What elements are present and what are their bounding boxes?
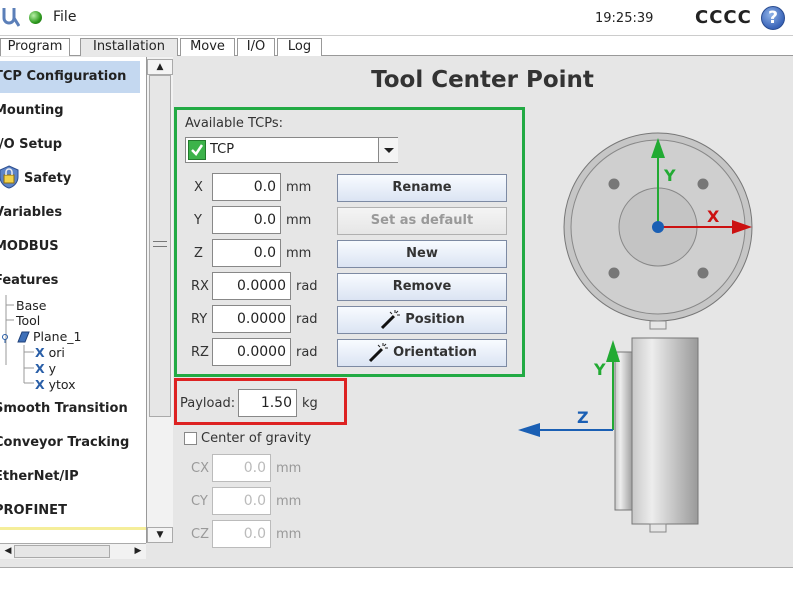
check-icon <box>188 140 206 160</box>
set-as-default-button[interactable]: Set as default <box>337 207 507 235</box>
feature-point-icon: X <box>35 345 45 360</box>
sidebar-highlight-line <box>0 527 146 530</box>
robot-status-icon[interactable] <box>29 11 42 24</box>
cx-field[interactable]: 0.0 <box>212 454 271 482</box>
center-of-gravity-checkbox[interactable] <box>184 432 197 445</box>
payload-unit: kg <box>302 396 318 411</box>
scroll-left-button[interactable]: ◀ <box>2 545 14 558</box>
magic-wand-icon <box>381 309 401 329</box>
ry-field[interactable]: 0.0000 <box>212 305 291 333</box>
x-unit: mm <box>286 180 312 195</box>
scroll-thumb[interactable] <box>149 75 171 417</box>
chevron-down-icon[interactable] <box>378 138 398 162</box>
payload-label: Payload: <box>180 396 236 411</box>
scroll-up-button[interactable]: ▲ <box>147 59 173 75</box>
cz-field[interactable]: 0.0 <box>212 520 271 548</box>
y-unit: mm <box>286 213 312 228</box>
center-of-gravity-label: Center of gravity <box>201 431 312 446</box>
sidebar-item-ethernet-ip[interactable]: EtherNet/IP <box>0 469 79 484</box>
x-field[interactable]: 0.0 <box>212 173 281 201</box>
scroll-down-button[interactable]: ▼ <box>147 527 173 543</box>
sidebar-item-io-setup[interactable]: I/O Setup <box>0 137 62 152</box>
axis-label-x: X <box>707 207 720 226</box>
sidebar-item-safety[interactable]: Safety <box>24 171 71 186</box>
cy-field[interactable]: 0.0 <box>212 487 271 515</box>
z-label: Z <box>194 246 203 261</box>
sidebar-item-variables[interactable]: Variables <box>0 205 62 220</box>
magic-wand-icon <box>369 342 389 362</box>
ur-logo-icon <box>2 8 20 27</box>
tool-flange-illustration <box>518 132 753 533</box>
feature-point-icon: X <box>35 377 45 392</box>
axis-label-z: Z <box>577 408 589 427</box>
ry-label: RY <box>191 312 208 327</box>
x-label: X <box>194 180 203 195</box>
ry-unit: rad <box>296 312 318 327</box>
z-unit: mm <box>286 246 312 261</box>
rz-unit: rad <box>296 345 318 360</box>
rz-field[interactable]: 0.0000 <box>212 338 291 366</box>
safety-shield-icon <box>0 165 19 189</box>
cy-unit: mm <box>276 494 302 509</box>
robot-name: CCCC <box>695 7 752 28</box>
y-field[interactable]: 0.0 <box>212 206 281 234</box>
sidebar-item-features[interactable]: Features <box>0 273 58 288</box>
tab-move[interactable]: Move <box>180 38 235 56</box>
tab-log[interactable]: Log <box>277 38 322 56</box>
sidebar-item-tcp-configuration[interactable]: TCP Configuration <box>0 61 140 93</box>
tree-item-plane[interactable]: Plane_1 <box>33 329 82 344</box>
rz-label: RZ <box>191 345 209 360</box>
footer-bar <box>0 568 793 604</box>
orientation-button[interactable]: Orientation <box>337 339 507 367</box>
tree-item-ytox[interactable]: X ytox <box>35 377 76 392</box>
sidebar-item-mounting[interactable]: Mounting <box>0 103 64 118</box>
sidebar-vertical-scrollbar[interactable]: ▲ ▼ <box>146 57 173 543</box>
cx-unit: mm <box>276 461 302 476</box>
tree-item-tool[interactable]: Tool <box>16 313 40 328</box>
available-tcps-label: Available TCPs: <box>185 116 283 131</box>
rx-field[interactable]: 0.0000 <box>212 272 291 300</box>
installation-sidebar: TCP Configuration Mounting I/O Setup Saf… <box>0 57 146 543</box>
tab-bar: Program Installation Move I/O Log <box>0 36 793 57</box>
sidebar-item-conveyor-tracking[interactable]: Conveyor Tracking <box>0 435 129 450</box>
horizontal-scroll-thumb[interactable] <box>14 545 110 558</box>
tree-item-ori[interactable]: X ori <box>35 345 65 360</box>
payload-field[interactable]: 1.50 <box>238 389 297 417</box>
y-label: Y <box>194 213 202 228</box>
sidebar-item-profinet[interactable]: PROFINET <box>0 503 67 518</box>
rename-button[interactable]: Rename <box>337 174 507 202</box>
cz-unit: mm <box>276 527 302 542</box>
rx-label: RX <box>191 279 209 294</box>
plane-icon <box>2 331 30 343</box>
position-button[interactable]: Position <box>337 306 507 334</box>
rx-unit: rad <box>296 279 318 294</box>
tab-installation[interactable]: Installation <box>80 38 178 57</box>
cz-label: CZ <box>191 527 209 542</box>
sidebar-horizontal-scrollbar[interactable]: ◀ ▶ <box>0 543 146 559</box>
cx-label: CX <box>191 461 209 476</box>
scroll-right-button[interactable]: ▶ <box>132 545 144 558</box>
cy-label: CY <box>191 494 208 509</box>
clock: 19:25:39 <box>595 11 654 26</box>
axis-label-y-side: Y <box>594 360 606 379</box>
sidebar-item-modbus[interactable]: MODBUS <box>0 239 59 254</box>
tab-io[interactable]: I/O <box>237 38 275 56</box>
help-button[interactable]: ? <box>761 6 785 30</box>
selected-tcp: TCP <box>210 142 235 157</box>
remove-button[interactable]: Remove <box>337 273 507 301</box>
tree-item-base[interactable]: Base <box>16 298 46 313</box>
top-bar: File 19:25:39 CCCC ? <box>0 0 793 36</box>
sidebar-item-smooth-transition[interactable]: Smooth Transition <box>0 401 128 416</box>
axis-label-y-front: Y <box>664 166 676 185</box>
feature-point-icon: X <box>35 361 45 376</box>
file-menu[interactable]: File <box>53 9 76 25</box>
page-title: Tool Center Point <box>371 67 594 93</box>
z-field[interactable]: 0.0 <box>212 239 281 267</box>
tcp-dropdown[interactable]: TCP <box>185 137 398 163</box>
tree-item-y[interactable]: X y <box>35 361 56 376</box>
tab-program[interactable]: Program <box>0 38 70 56</box>
new-button[interactable]: New <box>337 240 507 268</box>
